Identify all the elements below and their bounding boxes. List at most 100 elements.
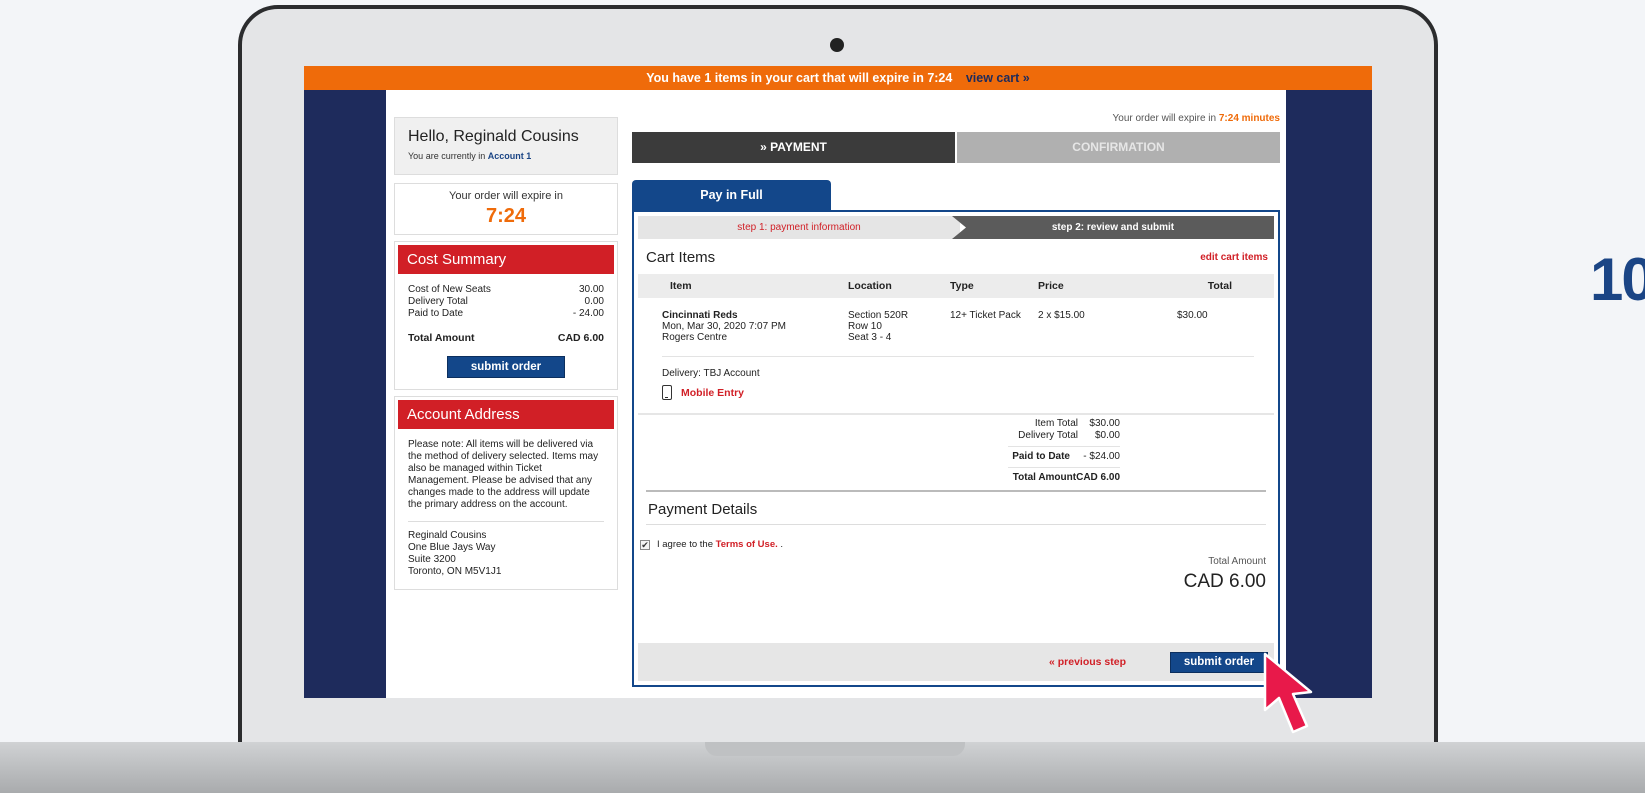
cost-row: Cost of New Seats 30.00 [408,284,604,296]
view-cart-link[interactable]: view cart » [966,71,1030,85]
edit-cart-items-link[interactable]: edit cart items [1200,252,1268,263]
previous-step-link[interactable]: « previous step [1049,656,1126,668]
sidebar: Hello, Reginald Cousins You are currentl… [394,90,618,590]
header-total: Total [1207,280,1232,292]
event-name: Cincinnati Reds [662,310,738,321]
delivery-method: Mobile Entry [662,385,1274,400]
step-number: 10. [1590,246,1645,313]
terms-of-use-link[interactable]: Terms of Use. [716,539,778,550]
progress-confirmation: CONFIRMATION [957,132,1280,163]
payment-details-title: Payment Details [648,501,758,518]
order-expire-notice: Your order will expire in 7:24 minutes [632,113,1281,124]
seat-section: Section 520R [848,310,909,321]
sidebar-submit-order-button[interactable]: submit order [447,356,565,378]
action-bar: « previous step submit order [638,643,1274,681]
submit-order-button[interactable]: submit order [1170,651,1268,673]
summary-row: Total Amount CAD 6.00 [638,472,1120,484]
expire-label: Your order will expire in [449,190,563,202]
expire-box: Your order will expire in 7:24 [394,183,618,235]
account-address-panel: Account Address Please note: All items w… [394,396,618,590]
payment-total: Total Amount CAD 6.00 [638,556,1274,593]
item-cell: Cincinnati Reds Mon, Mar 30, 2020 7:07 P… [638,310,848,356]
location-cell: Section 520R Row 10 Seat 3 - 4 [848,310,950,356]
terms-checkbox[interactable]: ✔ [640,539,650,550]
order-summary: Item Total $30.00 Delivery Total $0.00 P… [638,418,1120,484]
checkout-main: Your order will expire in 7:24 minutes »… [632,90,1280,687]
cost-row: Delivery Total 0.00 [408,296,604,308]
mobile-phone-icon [662,385,672,400]
order-expire-prefix: Your order will expire in [1112,113,1217,124]
address-note: Please note: All items will be delivered… [408,439,599,510]
cart-table-header: Item Location Type Price Total [638,274,1274,298]
cost-total-row: Total Amount CAD 6.00 [408,332,604,344]
cost-summary-title: Cost Summary [398,245,614,274]
header-item: Item [670,280,692,292]
cart-items-header: Cart Items edit cart items [638,239,1274,266]
cart-items-title: Cart Items [646,249,716,266]
cost-row: Paid to Date - 24.00 [408,308,604,320]
delivery-method-label: Mobile Entry [681,386,745,399]
event-date: Mon, Mar 30, 2020 7:07 PM [662,321,786,332]
cost-total-label: Total Amount [408,332,475,344]
item-total-value: $30.00 [1089,418,1120,429]
address-line: Suite 3200 [408,554,456,565]
summary-total-label: Total Amount [1012,472,1077,483]
account-link[interactable]: Account 1 [488,151,532,161]
step-1-payment-information[interactable]: step 1: payment information [638,216,960,239]
address-line: Reginald Cousins [408,530,487,541]
payment-box: step 1: payment information step 2: revi… [632,210,1280,687]
expire-timer: 7:24 [485,205,527,227]
type-cell: 12+ Ticket Pack [950,310,1021,321]
delivery-info: Delivery: TBJ Account Mobile Entry [638,357,1274,400]
summary-row: Item Total $30.00 [638,418,1120,430]
header-price: Price [1038,280,1064,292]
delivery-account: Delivery: TBJ Account [662,368,760,379]
agree-suffix: . [780,539,784,550]
delivery-total-label: Delivery Total [1018,430,1078,441]
divider [638,413,1274,415]
address-line: Toronto, ON M5V1J1 [408,566,502,577]
step-2-review-submit: step 2: review and submit [952,216,1274,239]
pointer-cursor-icon [1263,652,1313,734]
divider [1008,446,1120,447]
terms-agreement: ✔ I agree to the Terms of Use. . [638,539,1274,550]
payment-total-value: CAD 6.00 [1183,571,1266,592]
cost-total-value: CAD 6.00 [557,332,604,344]
order-expire-time: 7:24 minutes [1218,113,1280,124]
cost-summary-panel: Cost Summary Cost of New Seats 30.00 Del… [394,241,618,390]
paid-to-date-label: Paid to Date [1012,451,1070,462]
cost-row-label: Paid to Date [408,308,464,319]
total-cell: $30.00 [1177,310,1208,321]
cost-row-value: 30.00 [578,284,604,295]
cart-expiry-message: You have 1 items in your cart that will … [646,71,953,85]
cost-row-label: Cost of New Seats [408,284,491,295]
account-address-title: Account Address [398,400,614,429]
page-content: Hello, Reginald Cousins You are currentl… [386,90,1286,698]
progress-payment: » PAYMENT [632,132,955,163]
price-cell: 2 x $15.00 [1038,310,1085,321]
greeting-box: Hello, Reginald Cousins You are currentl… [394,117,618,175]
address-line: One Blue Jays Way [408,542,496,553]
cost-summary-rows: Cost of New Seats 30.00 Delivery Total 0… [398,274,614,344]
tab-pay-in-full[interactable]: Pay in Full [632,180,831,210]
laptop-notch [705,742,965,756]
step-indicator: step 1: payment information step 2: revi… [638,216,1274,239]
address-lines: Reginald Cousins One Blue Jays Way Suite… [398,522,614,586]
greeting-title: Hello, Reginald Cousins [408,128,579,145]
checkout-progress: » PAYMENT CONFIRMATION [632,132,1280,163]
item-total-label: Item Total [1034,418,1078,429]
agree-prefix: I agree to the [657,539,713,550]
summary-row: Paid to Date - $24.00 [638,451,1120,463]
payment-total-label: Total Amount [1208,556,1266,567]
header-location: Location [848,280,892,292]
table-row: Cincinnati Reds Mon, Mar 30, 2020 7:07 P… [638,298,1274,356]
cost-row-value: - 24.00 [572,308,604,319]
seat-numbers: Seat 3 - 4 [848,332,892,343]
account-info: You are currently in Account 1 [408,151,604,161]
divider [1008,467,1120,468]
cost-row-label: Delivery Total [408,296,468,307]
seat-row: Row 10 [848,321,882,332]
divider [646,524,1266,525]
cart-expiry-bar: You have 1 items in your cart that will … [304,66,1372,90]
summary-row: Delivery Total $0.00 [638,430,1120,442]
